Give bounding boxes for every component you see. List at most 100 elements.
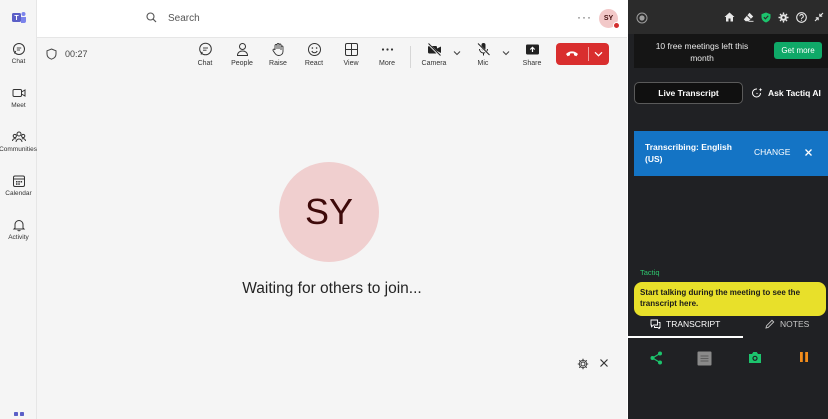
close-icon[interactable]	[599, 358, 609, 368]
calendar-icon	[12, 175, 25, 187]
teams-logo-icon: T	[11, 12, 26, 23]
rail-item-calendar[interactable]: Calendar	[0, 174, 37, 197]
tactiq-tabs: Live Transcript Ask Tactiq AI	[628, 79, 828, 107]
bell-icon	[12, 220, 25, 232]
call-timer: 00:27	[65, 49, 88, 59]
svg-text:T: T	[14, 15, 19, 22]
rail-item-activity[interactable]: Activity	[0, 218, 37, 241]
tab-ask-label: Ask Tactiq AI	[768, 88, 821, 98]
toolbar-share-button[interactable]: Share	[515, 42, 549, 67]
bottom-tabs: TRANSCRIPT NOTES	[628, 316, 828, 338]
tab-ask-tactiq-ai[interactable]: Ask Tactiq AI	[748, 82, 826, 104]
transcript-icon	[650, 319, 661, 330]
get-more-button[interactable]: Get more	[774, 42, 822, 59]
leave-divider	[588, 47, 589, 61]
mic-off-icon	[476, 42, 490, 57]
toolbar-chat-label: Chat	[197, 60, 213, 67]
chat-icon	[198, 42, 212, 56]
teams-logo: T	[0, 10, 37, 24]
hang-up-icon	[566, 51, 578, 57]
tab-notes[interactable]: NOTES	[743, 316, 828, 338]
gear-icon[interactable]	[577, 358, 589, 370]
toolbar-react-button[interactable]: React	[297, 42, 331, 67]
share-icon[interactable]	[650, 351, 663, 365]
rail-item-communities[interactable]: Communities	[0, 130, 37, 153]
free-meetings-banner: 10 free meetings left this month Get mor…	[634, 34, 828, 68]
shield-check-icon[interactable]	[761, 12, 771, 23]
app-rail: T Chat Meet Communities Calendar Activit…	[0, 0, 37, 419]
toolbar-view-label: View	[343, 60, 359, 67]
toolbar-people-label: People	[231, 60, 253, 67]
toolbar-people-button[interactable]: People	[225, 42, 259, 67]
toolbar-raise-label: Raise	[269, 60, 287, 67]
transcribing-language: Transcribing: English (US)	[645, 142, 732, 164]
gear-icon[interactable]	[778, 12, 789, 23]
pause-icon[interactable]	[799, 351, 809, 363]
leave-call-button[interactable]	[556, 43, 609, 65]
toolbar-chat-button[interactable]: Chat	[188, 42, 222, 67]
search-icon[interactable]	[146, 12, 157, 23]
toolbar-mic-label: Mic	[477, 60, 489, 67]
eraser-icon[interactable]	[743, 12, 754, 22]
waiting-message: Waiting for others to join...	[242, 280, 422, 297]
camera-off-icon	[426, 42, 441, 57]
video-icon	[12, 89, 25, 97]
ai-sparkle-icon	[752, 87, 763, 98]
toolbar-mic-button[interactable]: Mic	[466, 42, 500, 67]
help-icon[interactable]	[796, 12, 807, 23]
toolbar-raise-button[interactable]: Raise	[261, 42, 295, 67]
toolbar-react-label: React	[304, 60, 324, 67]
tab-notes-label: NOTES	[780, 319, 810, 329]
toolbar-view-button[interactable]: View	[334, 42, 368, 67]
toolbar-more-button[interactable]: More	[370, 42, 404, 67]
rail-label-meet: Meet	[11, 102, 26, 109]
people-group-icon	[11, 131, 26, 143]
close-icon[interactable]	[804, 148, 813, 157]
toolbar-share-label: Share	[522, 60, 542, 67]
pencil-icon	[765, 319, 775, 329]
raise-hand-icon	[272, 43, 283, 56]
transcribing-banner: Transcribing: English (US) CHANGE	[634, 131, 828, 176]
tab-live-transcript[interactable]: Live Transcript	[634, 82, 743, 104]
chevron-down-icon[interactable]	[502, 50, 510, 56]
tactiq-header	[628, 0, 828, 34]
document-icon[interactable]	[697, 351, 712, 366]
change-language-button[interactable]: CHANGE	[754, 147, 790, 157]
home-icon[interactable]	[724, 12, 735, 22]
meeting-stage: 00:27 Chat People Raise React View More …	[37, 37, 627, 419]
rail-item-apps[interactable]	[0, 410, 37, 419]
apps-icon	[13, 412, 24, 416]
rail-label-activity: Activity	[8, 234, 29, 241]
shield-icon[interactable]	[46, 48, 57, 60]
more-icon	[381, 48, 393, 51]
toolbar-camera-label: Camera	[421, 60, 447, 67]
chevron-down-icon[interactable]	[594, 51, 603, 57]
tab-transcript-label: TRANSCRIPT	[666, 319, 721, 329]
rail-label-calendar: Calendar	[5, 190, 32, 197]
rail-item-chat[interactable]: Chat	[0, 42, 37, 65]
record-icon[interactable]	[636, 12, 648, 24]
screenshot-camera-icon[interactable]	[748, 351, 762, 364]
toolbar-camera-button[interactable]: Camera	[417, 42, 451, 67]
collapse-icon[interactable]	[814, 12, 824, 22]
participant-avatar: SY	[279, 162, 379, 262]
rail-label-chat: Chat	[11, 58, 26, 65]
rail-item-meet[interactable]: Meet	[0, 86, 37, 109]
more-options-button[interactable]: ···	[577, 10, 592, 24]
emoji-icon	[307, 43, 321, 56]
person-icon	[236, 43, 248, 56]
grid-view-icon	[344, 43, 358, 56]
status-badge	[613, 22, 620, 29]
title-bar: Search ··· SY	[37, 0, 627, 37]
toolbar-more-label: More	[379, 60, 395, 67]
chevron-down-icon[interactable]	[453, 50, 461, 56]
search-input[interactable]: Search	[168, 13, 200, 24]
transcript-hint-bubble: Start talking during the meeting to see …	[634, 282, 826, 316]
rail-label-communities: Communities	[0, 146, 37, 153]
tab-transcript[interactable]: TRANSCRIPT	[628, 316, 743, 338]
tactiq-panel: 10 free meetings left this month Get mor…	[628, 0, 828, 419]
toolbar-divider	[410, 46, 411, 68]
share-screen-icon	[525, 44, 539, 55]
speaker-name: Tactiq	[640, 268, 660, 277]
chat-icon	[12, 43, 25, 55]
